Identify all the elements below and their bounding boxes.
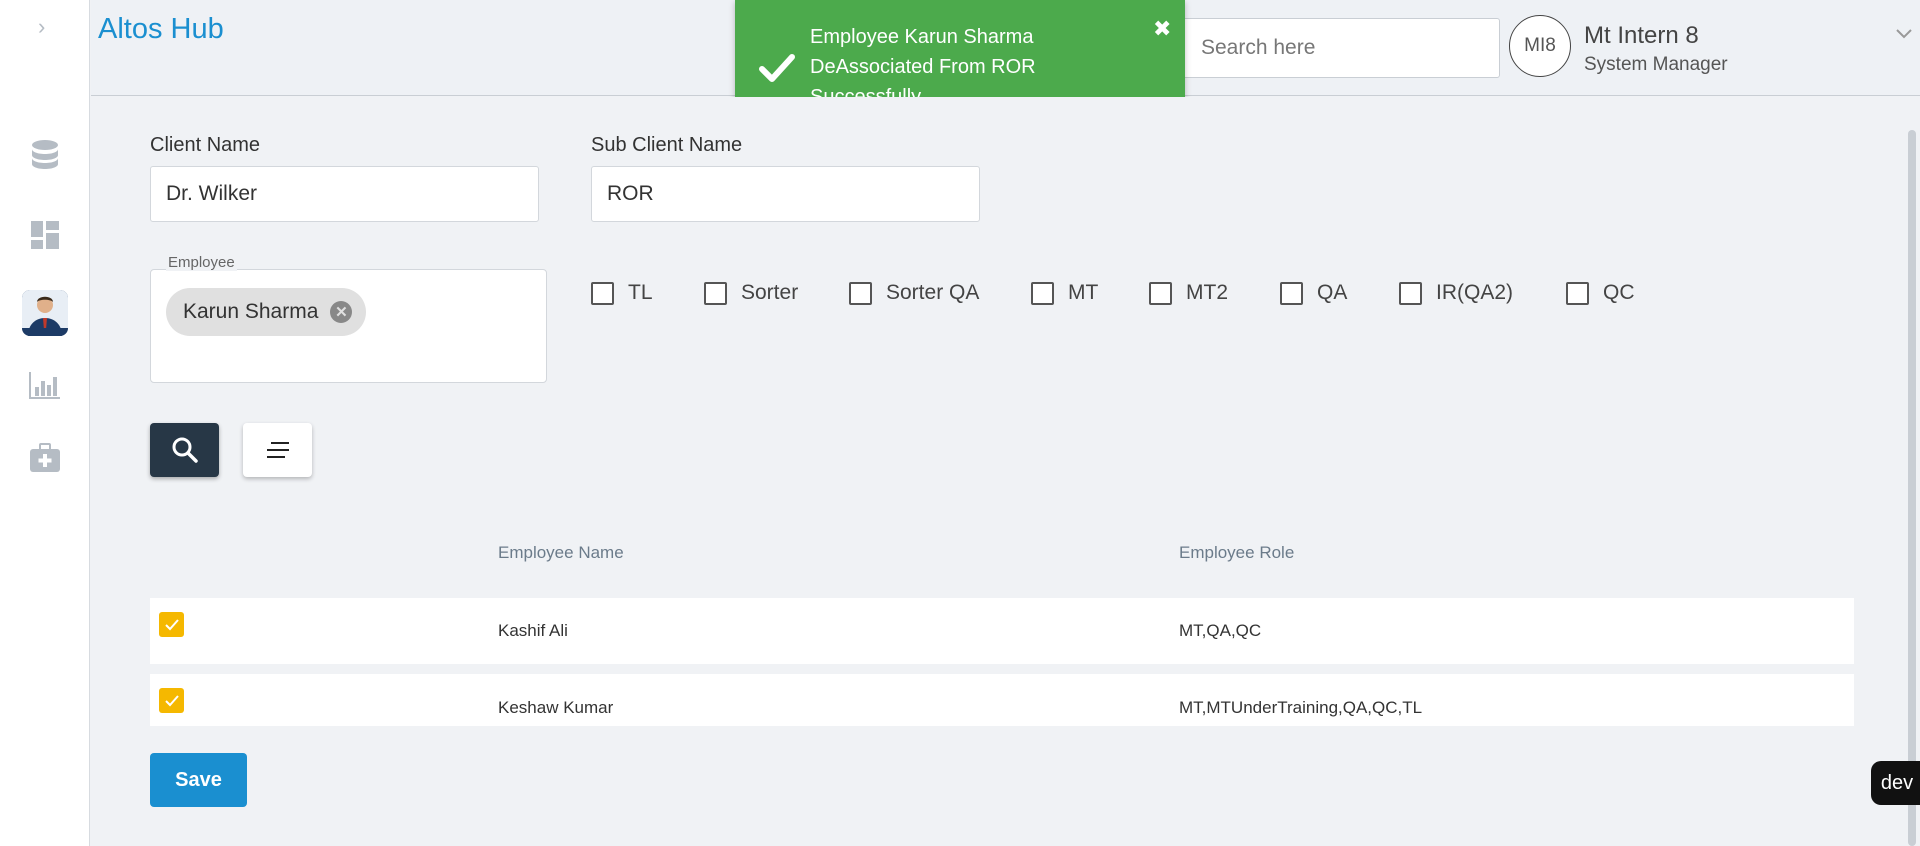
employee-name-cell: Kashif Ali [498,621,568,640]
database-icon[interactable] [27,138,63,174]
checkbox[interactable] [591,281,614,305]
check-icon [757,48,797,88]
role-label: IR(QA2) [1436,281,1514,304]
filter-button[interactable] [243,423,312,477]
user-role: System Manager [1584,54,1728,75]
role-checkbox-qa[interactable]: QA [1280,281,1347,305]
client-name-field[interactable]: Dr. Wilker [150,166,539,222]
employee-chip: Karun Sharma ✕ [166,288,367,336]
chip-remove-icon[interactable]: ✕ [330,301,353,323]
close-icon[interactable]: ✖ [1153,16,1171,42]
table-row: Keshaw Kumar MT,MTUnderTraining,QA,QC,TL [150,674,1854,726]
checkbox[interactable] [1149,281,1172,305]
user-name: Mt Intern 8 [1584,22,1699,49]
save-button[interactable]: Save [150,753,247,807]
checkbox[interactable] [1566,281,1589,305]
employee-avatar-icon[interactable] [22,290,68,336]
chevron-down-icon[interactable] [1894,24,1914,44]
role-checkbox-sorter-qa[interactable]: Sorter QA [849,281,979,305]
employee-role-cell: MT,MTUnderTraining,QA,QC,TL [1179,698,1423,717]
role-label: MT2 [1186,281,1228,304]
employee-select[interactable]: Karun Sharma ✕ [150,269,547,383]
app-title: Altos Hub [98,13,224,45]
chevron-right-icon[interactable]: › [38,14,45,40]
role-checkbox-tl[interactable]: TL [591,281,653,305]
row-checkbox-checked[interactable] [159,612,184,637]
employee-name-cell: Keshaw Kumar [498,698,614,717]
client-name-label: Client Name [150,134,261,156]
bar-chart-icon[interactable] [27,367,63,403]
search-icon [172,437,198,463]
checkbox[interactable] [849,281,872,305]
role-checkbox-sorter[interactable]: Sorter [704,281,798,305]
table-row: Kashif Ali MT,QA,QC [150,598,1854,664]
checkbox[interactable] [1399,281,1422,305]
role-label: Sorter QA [886,281,980,304]
role-label: Sorter [741,281,799,304]
employee-chip-label: Karun Sharma [183,300,319,323]
employee-role-cell: MT,QA,QC [1179,621,1262,640]
sub-client-name-label: Sub Client Name [591,134,743,156]
row-checkbox-checked[interactable] [159,688,184,713]
page-scrollbar[interactable] [1908,130,1916,846]
dashboard-icon[interactable] [27,217,63,253]
role-checkbox-qc[interactable]: QC [1566,281,1635,305]
medical-kit-icon[interactable] [27,440,63,476]
checkbox[interactable] [1280,281,1303,305]
role-label: TL [628,281,653,304]
sub-client-name-field[interactable]: ROR [591,166,980,222]
checkbox[interactable] [704,281,727,305]
filter-lines-icon [266,442,289,458]
employee-label: Employee [166,254,237,271]
sidebar: › [0,0,90,846]
role-checkbox-mt[interactable]: MT [1031,281,1098,305]
search-button[interactable] [150,423,219,477]
search-field [1171,18,1500,78]
column-header-employee-name[interactable]: Employee Name [498,543,624,563]
role-label: MT [1068,281,1099,304]
checkbox[interactable] [1031,281,1054,305]
role-checkbox-ir-qa2[interactable]: IR(QA2) [1399,281,1513,305]
column-header-employee-role[interactable]: Employee Role [1179,543,1294,563]
dev-badge: dev [1871,761,1920,805]
main-content: Client Name Dr. Wilker Sub Client Name R… [91,97,1920,846]
role-checkbox-mt2[interactable]: MT2 [1149,281,1228,305]
role-label: QC [1603,281,1635,304]
search-input[interactable] [1201,19,1491,77]
user-avatar[interactable]: MI8 [1509,15,1571,77]
role-label: QA [1317,281,1348,304]
